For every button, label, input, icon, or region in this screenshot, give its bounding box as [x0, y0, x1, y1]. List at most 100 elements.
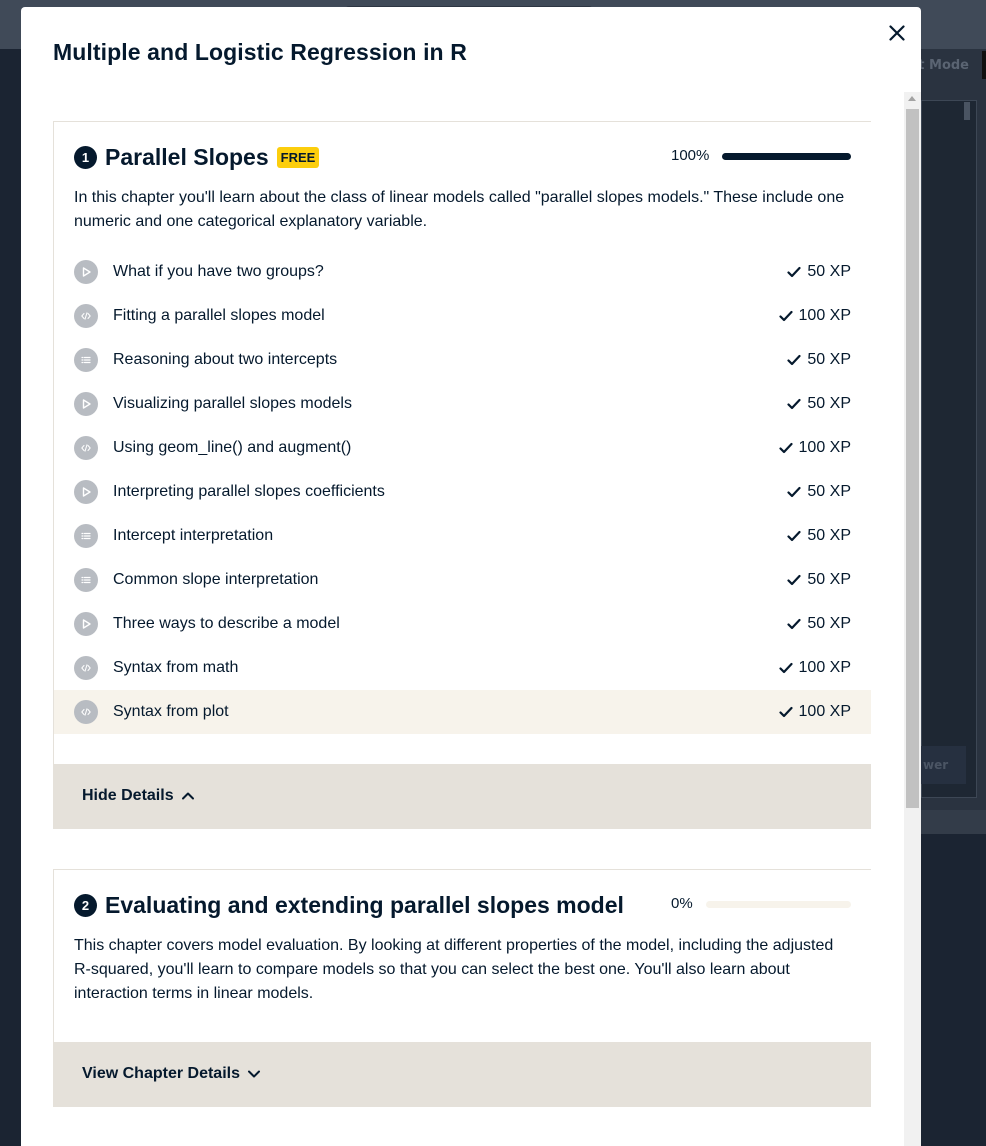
lesson-xp: 50 XP — [787, 602, 851, 646]
lesson-xp: 100 XP — [778, 426, 851, 470]
background-button: wer — [921, 746, 966, 784]
multiple-choice-icon — [74, 524, 98, 548]
multiple-choice-icon — [74, 568, 98, 592]
hide-details-button[interactable]: Hide Details — [54, 764, 871, 828]
chapter-title: Evaluating and extending parallel slopes… — [105, 891, 624, 918]
progress-label: 0% — [671, 895, 693, 912]
progress-bar — [706, 901, 851, 908]
chapter-number: 2 — [74, 893, 97, 917]
background-mode-button — [982, 51, 986, 79]
lesson-title: Fitting a parallel slopes model — [113, 307, 325, 324]
code-icon — [74, 436, 98, 460]
lesson-title: Intercept interpretation — [113, 527, 274, 544]
lesson-row[interactable]: Three ways to describe a model 50 XP — [54, 602, 871, 646]
chapter-description: This chapter covers model evaluation. By… — [74, 937, 834, 1002]
lesson-xp: 100 XP — [778, 646, 851, 690]
chapter-header: 1 Parallel Slopes FREE — [74, 142, 320, 172]
lesson-row[interactable]: Visualizing parallel slopes models 50 XP — [54, 382, 871, 426]
lesson-row[interactable]: Syntax from plot 100 XP — [54, 690, 871, 734]
checkmark-icon — [778, 309, 793, 323]
scroll-up-arrow-icon[interactable] — [908, 96, 916, 101]
xp-value: 100 XP — [798, 659, 851, 676]
lesson-title: Syntax from math — [113, 659, 239, 676]
lesson-xp: 50 XP — [787, 558, 851, 602]
checkmark-icon — [778, 661, 793, 675]
chapter-title: Parallel Slopes — [105, 143, 269, 170]
xp-value: 100 XP — [798, 439, 851, 456]
lesson-xp: 50 XP — [787, 470, 851, 514]
lesson-title: What if you have two groups? — [113, 263, 324, 280]
lesson-xp: 50 XP — [787, 514, 851, 558]
background-editor — [921, 100, 977, 798]
lesson-row[interactable]: Common slope interpretation 50 XP — [54, 558, 871, 602]
video-icon — [74, 612, 98, 636]
close-icon[interactable] — [885, 21, 909, 45]
lesson-title: Interpreting parallel slopes coefficient… — [113, 483, 385, 500]
xp-value: 50 XP — [807, 527, 851, 544]
xp-value: 100 XP — [798, 703, 851, 720]
xp-value: 100 XP — [798, 307, 851, 324]
chapter-card-1: 1 Parallel Slopes FREE 100% In this chap… — [53, 121, 871, 829]
lesson-row[interactable]: Using geom_line() and augment() 100 XP — [54, 426, 871, 470]
video-icon — [74, 260, 98, 284]
checkmark-icon — [787, 573, 802, 587]
lesson-xp: 50 XP — [787, 338, 851, 382]
xp-value: 50 XP — [807, 615, 851, 632]
lesson-list: What if you have two groups? 50 XP Fitting… — [54, 250, 871, 734]
chapter-header: 2 Evaluating and extending parallel slop… — [74, 890, 624, 920]
checkmark-icon — [787, 529, 802, 543]
lesson-xp: 100 XP — [778, 690, 851, 734]
video-icon — [74, 392, 98, 416]
xp-value: 50 XP — [807, 395, 851, 412]
checkmark-icon — [787, 485, 802, 499]
chapter-description: In this chapter you'll learn about the c… — [74, 189, 845, 230]
background-editor-scroll — [964, 102, 970, 120]
lesson-row[interactable]: Fitting a parallel slopes model 100 XP — [54, 294, 871, 338]
xp-value: 50 XP — [807, 571, 851, 588]
chapter-number: 1 — [74, 145, 97, 169]
lesson-xp: 100 XP — [778, 294, 851, 338]
xp-value: 50 XP — [807, 483, 851, 500]
progress-bar — [722, 153, 851, 160]
checkmark-icon — [787, 617, 802, 631]
lesson-xp: 50 XP — [787, 250, 851, 294]
chapter-list: 1 Parallel Slopes FREE 100% In this chap… — [53, 121, 871, 1146]
scrollbar-thumb[interactable] — [906, 109, 919, 808]
lesson-title: Three ways to describe a model — [113, 615, 340, 632]
xp-value: 50 XP — [807, 263, 851, 280]
scrollbar[interactable] — [904, 92, 921, 1146]
lesson-row[interactable]: Intercept interpretation 50 XP — [54, 514, 871, 558]
chevron-down-icon — [246, 1066, 262, 1082]
lesson-xp: 50 XP — [787, 382, 851, 426]
xp-value: 50 XP — [807, 351, 851, 368]
code-icon — [74, 656, 98, 680]
chapter-card-2: 2 Evaluating and extending parallel slop… — [53, 869, 871, 1107]
lesson-title: Reasoning about two intercepts — [113, 351, 338, 368]
progress-bar-fill — [722, 153, 851, 160]
view-chapter-details-button[interactable]: View Chapter Details — [54, 1042, 871, 1106]
checkmark-icon — [787, 265, 802, 279]
progress-label: 100% — [671, 147, 710, 164]
multiple-choice-icon — [74, 348, 98, 372]
code-icon — [74, 304, 98, 328]
toggle-label: View Chapter Details — [82, 1065, 240, 1082]
checkmark-icon — [787, 353, 802, 367]
lesson-title: Using geom_line() and augment() — [113, 439, 352, 456]
chevron-up-icon — [180, 788, 196, 804]
modal-title: Multiple and Logistic Regression in R — [53, 39, 467, 65]
lesson-row[interactable]: Syntax from math 100 XP — [54, 646, 871, 690]
lesson-title: Visualizing parallel slopes models — [113, 395, 352, 412]
checkmark-icon — [778, 705, 793, 719]
lesson-title: Common slope interpretation — [113, 571, 319, 588]
checkmark-icon — [778, 441, 793, 455]
lesson-row[interactable]: Interpreting parallel slopes coefficient… — [54, 470, 871, 514]
background-mode-label: t Mode — [918, 58, 969, 73]
checkmark-icon — [787, 397, 802, 411]
background-footer — [921, 810, 986, 834]
lesson-row[interactable]: Reasoning about two intercepts 50 XP — [54, 338, 871, 382]
lesson-row[interactable]: What if you have two groups? 50 XP — [54, 250, 871, 294]
code-icon — [74, 700, 98, 724]
free-badge: FREE — [276, 146, 320, 168]
course-outline-modal: Multiple and Logistic Regression in R 1 … — [21, 7, 921, 1146]
video-icon — [74, 480, 98, 504]
